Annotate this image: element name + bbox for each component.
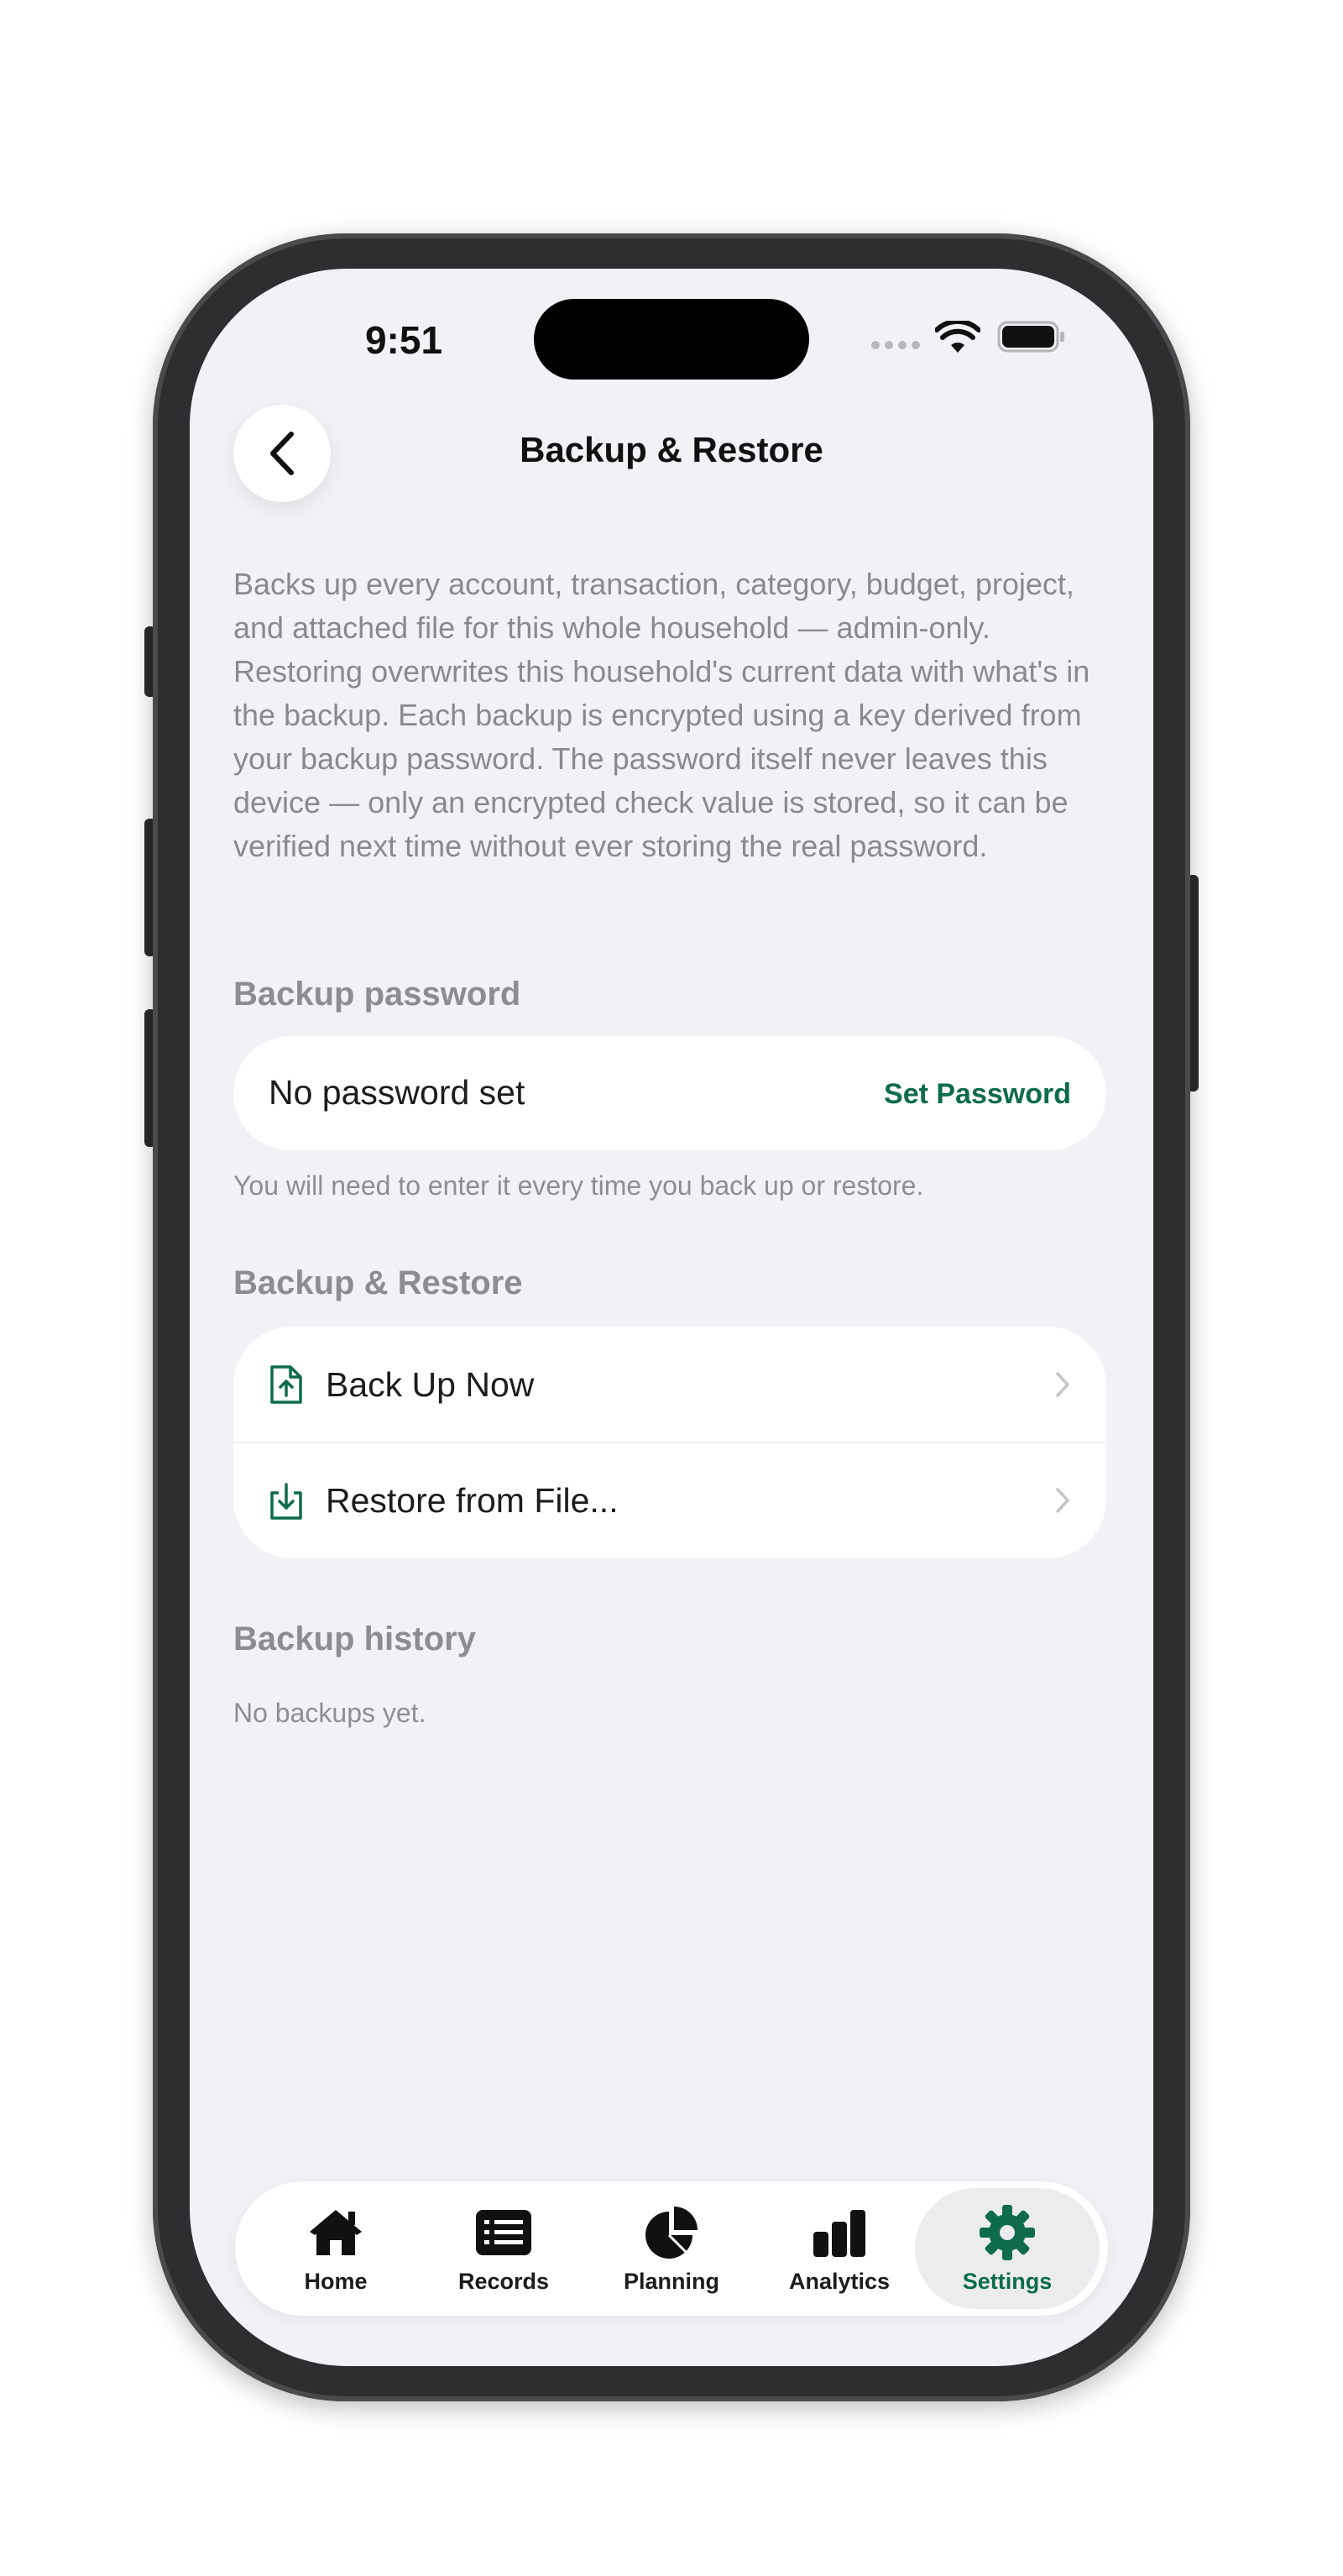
pie-chart-icon xyxy=(645,2207,698,2259)
bar-chart-icon xyxy=(813,2210,865,2257)
file-upload-icon xyxy=(270,1365,302,1404)
status-time: 9:51 xyxy=(364,318,443,362)
password-status: No password set xyxy=(269,1073,525,1112)
backup-history-empty: No backups yet. xyxy=(233,1698,426,1728)
page-title: Backup & Restore xyxy=(520,430,823,469)
tab-analytics[interactable]: Analytics xyxy=(747,2188,932,2309)
chevron-right-icon xyxy=(1056,1372,1069,1397)
restore-from-file-label: Restore from File... xyxy=(326,1481,619,1520)
restore-from-file-row[interactable]: Restore from File... xyxy=(233,1442,1106,1558)
tab-records[interactable]: Records xyxy=(411,2188,596,2309)
wifi-icon xyxy=(935,321,980,353)
password-footnote: You will need to enter it every time you… xyxy=(233,1170,924,1201)
tab-label-records: Records xyxy=(457,2269,550,2294)
chevron-right-icon xyxy=(1056,1488,1069,1513)
dynamic-island xyxy=(534,299,809,380)
tab-label-analytics: Analytics xyxy=(788,2269,891,2294)
tab-label-settings: Settings xyxy=(962,2269,1053,2294)
tab-settings[interactable]: Settings xyxy=(915,2188,1100,2309)
gear-icon xyxy=(980,2205,1035,2260)
list-icon xyxy=(476,2210,531,2255)
tab-home[interactable]: Home xyxy=(243,2188,428,2309)
download-tray-icon xyxy=(270,1483,302,1520)
set-password-button[interactable]: Set Password xyxy=(884,1078,1071,1111)
phone-screen: 9:51 Backup & Restore Backs up every acc… xyxy=(190,269,1153,2366)
section-header-backup-restore: Backup & Restore xyxy=(233,1264,523,1301)
tab-label-planning: Planning xyxy=(624,2269,719,2294)
tab-label-home: Home xyxy=(304,2269,368,2294)
backup-description: Backs up every account, transaction, cat… xyxy=(233,567,1090,863)
backup-actions-card: Back Up Now Restore from File... xyxy=(233,1327,1106,1558)
section-header-backup-password: Backup password xyxy=(233,976,521,1013)
tab-planning[interactable]: Planning xyxy=(579,2188,764,2309)
back-up-now-row[interactable]: Back Up Now xyxy=(233,1327,1106,1443)
tab-bar: Home Records Planning Analytics Settings xyxy=(235,2181,1108,2316)
backup-password-card: No password set Set Password xyxy=(233,1036,1106,1150)
home-icon xyxy=(310,2210,362,2255)
cellular-signal-icon xyxy=(871,341,920,349)
section-header-backup-history: Backup history xyxy=(233,1620,476,1657)
battery-icon xyxy=(997,321,1064,353)
back-up-now-label: Back Up Now xyxy=(326,1365,535,1404)
